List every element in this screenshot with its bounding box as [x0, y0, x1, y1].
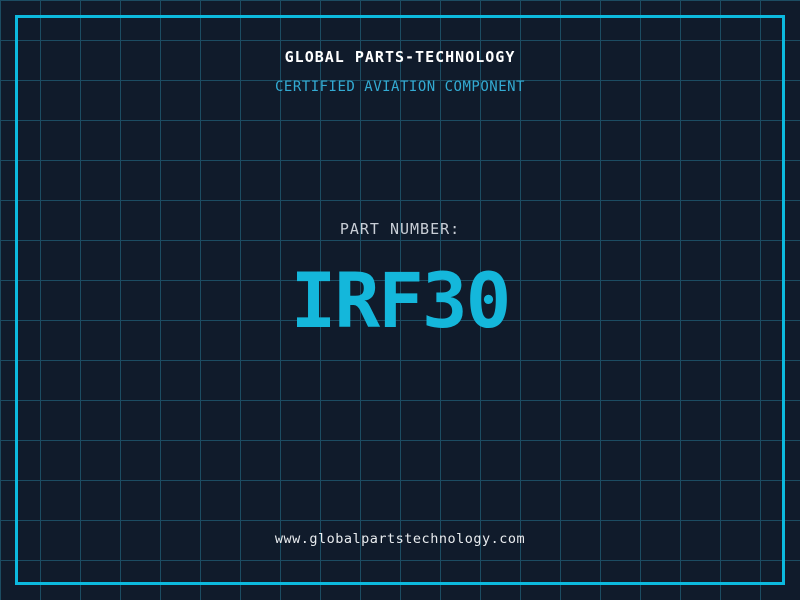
- certification-subtitle: CERTIFIED AVIATION COMPONENT: [0, 80, 800, 95]
- part-number-label: PART NUMBER:: [0, 221, 800, 237]
- part-number-value: IRF30: [0, 263, 800, 339]
- website-url: www.globalpartstechnology.com: [0, 532, 800, 547]
- brand-title: GLOBAL PARTS-TECHNOLOGY: [0, 49, 800, 65]
